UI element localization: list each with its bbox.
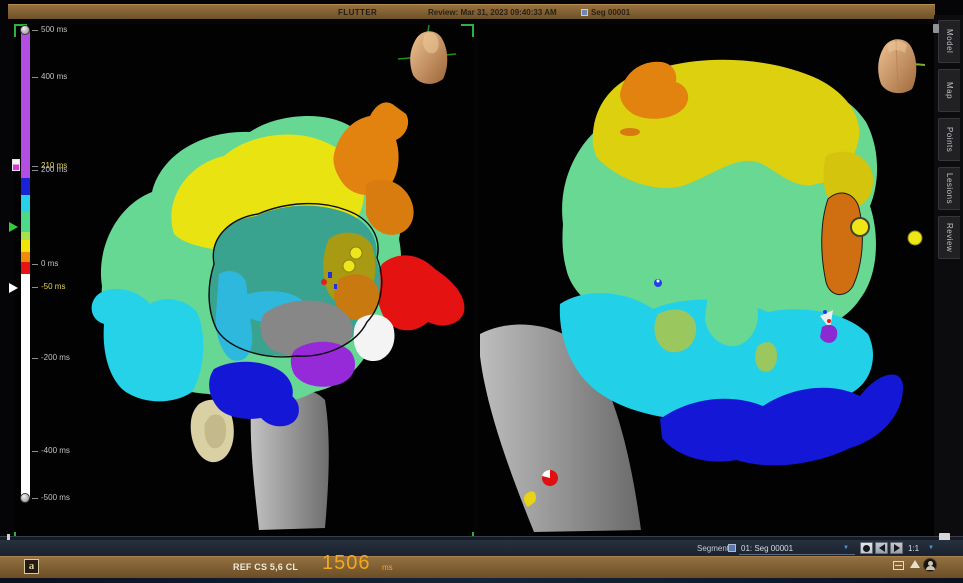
- scale-segment: [21, 212, 30, 232]
- segment-play-button[interactable]: [860, 542, 873, 554]
- scale-segment: [21, 252, 30, 262]
- scale-tick: [32, 451, 38, 452]
- segment-indicator: Seg 00001: [581, 8, 630, 17]
- speck-purple: [820, 325, 837, 343]
- scale-tick: [32, 30, 38, 31]
- splitter-handle[interactable]: [933, 24, 939, 33]
- save-icon[interactable]: [893, 561, 904, 570]
- scale-segment: [21, 262, 30, 274]
- tab-label: Points: [945, 127, 954, 152]
- segment-icon: [581, 9, 588, 16]
- segment-indicator-label: Seg 00001: [591, 8, 630, 17]
- app-window: FLUTTER Review: Mar 31, 2023 09:40:33 AM…: [0, 0, 963, 583]
- tab-points[interactable]: Points: [938, 118, 960, 161]
- segment-label: Segment: [697, 544, 729, 553]
- scale-tick: [32, 77, 38, 78]
- map-viewport-right[interactable]: [478, 24, 935, 545]
- scale-tick: [32, 264, 38, 265]
- tab-label: Model: [945, 29, 954, 53]
- scale-segment: [21, 178, 30, 195]
- scale-tick: [32, 498, 38, 499]
- segment-prev-button[interactable]: [875, 542, 888, 554]
- record-icon: [863, 545, 870, 552]
- region-orange-dash: [620, 128, 640, 136]
- region-cyan: [92, 289, 204, 402]
- map-color-pointer[interactable]: [9, 222, 18, 232]
- scale-tick-label: -400 ms: [41, 446, 70, 455]
- lower-threshold-pointer[interactable]: [9, 283, 18, 293]
- chevron-down-icon[interactable]: ▼: [843, 545, 849, 551]
- orientation-torso-icon[interactable]: [867, 33, 925, 97]
- tab-label: Map: [945, 82, 954, 99]
- reference-label: REF CS 5,6 CL: [233, 562, 298, 572]
- scale-tick: [32, 287, 38, 288]
- segment-dropdown-value: 01: Seg 00001: [741, 544, 793, 553]
- scale-tick-label: 200 ms: [41, 165, 67, 174]
- review-timestamp: Review: Mar 31, 2023 09:40:33 AM: [428, 8, 557, 17]
- scale-tick: [32, 170, 38, 171]
- tab-review[interactable]: Review: [938, 216, 960, 259]
- chevron-down-icon[interactable]: ▼: [928, 545, 934, 551]
- speck-red: [827, 319, 831, 323]
- map-point-icon[interactable]: [343, 260, 355, 272]
- status-bar: [0, 556, 963, 578]
- sidebar-tabs: Model Map Points Lesions Review: [934, 15, 963, 578]
- scale-tick-label: -500 ms: [41, 493, 70, 502]
- scale-tick: [32, 358, 38, 359]
- region-olive-tab: [755, 342, 777, 372]
- headset-user-icon[interactable]: [923, 558, 937, 572]
- map-viewport-left[interactable]: [14, 24, 474, 545]
- scale-segment: [21, 274, 30, 498]
- viewport-bracket-icon: [461, 24, 474, 37]
- tab-map[interactable]: Map: [938, 69, 960, 112]
- map-point-selected-icon[interactable]: [851, 218, 869, 236]
- step-forward-icon: [894, 544, 900, 552]
- upper-threshold-flag[interactable]: [12, 159, 20, 171]
- map-point-icon[interactable]: [908, 231, 922, 245]
- upload-arrow-icon[interactable]: [910, 560, 920, 568]
- heart-map-right[interactable]: [478, 24, 935, 545]
- map-point-blue-center: [657, 280, 660, 283]
- scale-segment: [21, 30, 30, 178]
- region-white: [354, 315, 395, 361]
- speck-red: [321, 279, 327, 285]
- tab-model[interactable]: Model: [938, 20, 960, 63]
- tab-lesions[interactable]: Lesions: [938, 167, 960, 210]
- scale-knob[interactable]: [20, 25, 30, 35]
- speck-blue: [328, 272, 332, 278]
- top-title-bar: FLUTTER Review: Mar 31, 2023 09:40:33 AM…: [8, 4, 935, 19]
- map-point-icon[interactable]: [350, 247, 362, 259]
- segment-next-button[interactable]: [890, 542, 903, 554]
- scale-tick-label: 0 ms: [41, 259, 58, 268]
- scale-tick-label: -50 ms: [41, 282, 65, 291]
- speck-blue: [823, 310, 827, 314]
- tab-label: Lesions: [945, 173, 954, 204]
- step-back-icon: [879, 544, 885, 552]
- scale-segment: [21, 195, 30, 212]
- region-purple: [291, 342, 355, 387]
- heart-map-left[interactable]: [14, 24, 474, 545]
- region-orange: [333, 102, 408, 195]
- scale-tick: [32, 166, 38, 167]
- scale-tick-label: -200 ms: [41, 353, 70, 362]
- orientation-torso-icon[interactable]: [398, 25, 456, 89]
- app-logo-icon[interactable]: a: [24, 559, 39, 574]
- segment-dropdown[interactable]: 01: Seg 00001: [739, 543, 855, 555]
- scale-segment: [21, 232, 30, 240]
- tab-label: Review: [945, 223, 954, 252]
- scale-segment: [21, 240, 30, 252]
- bottom-edge-strip: [0, 578, 963, 583]
- scale-tick-label: 400 ms: [41, 72, 67, 81]
- zoom-ratio-value: 1:1: [908, 544, 919, 553]
- cycle-length-value: 1506: [322, 552, 371, 575]
- scale-tick-label: 500 ms: [41, 25, 67, 34]
- region-red: [377, 255, 465, 330]
- segment-list-icon: [728, 544, 736, 552]
- speck-blue2: [334, 284, 337, 289]
- scale-knob[interactable]: [20, 493, 30, 503]
- map-title: FLUTTER: [338, 8, 377, 17]
- cycle-length-unit: ms: [382, 563, 393, 572]
